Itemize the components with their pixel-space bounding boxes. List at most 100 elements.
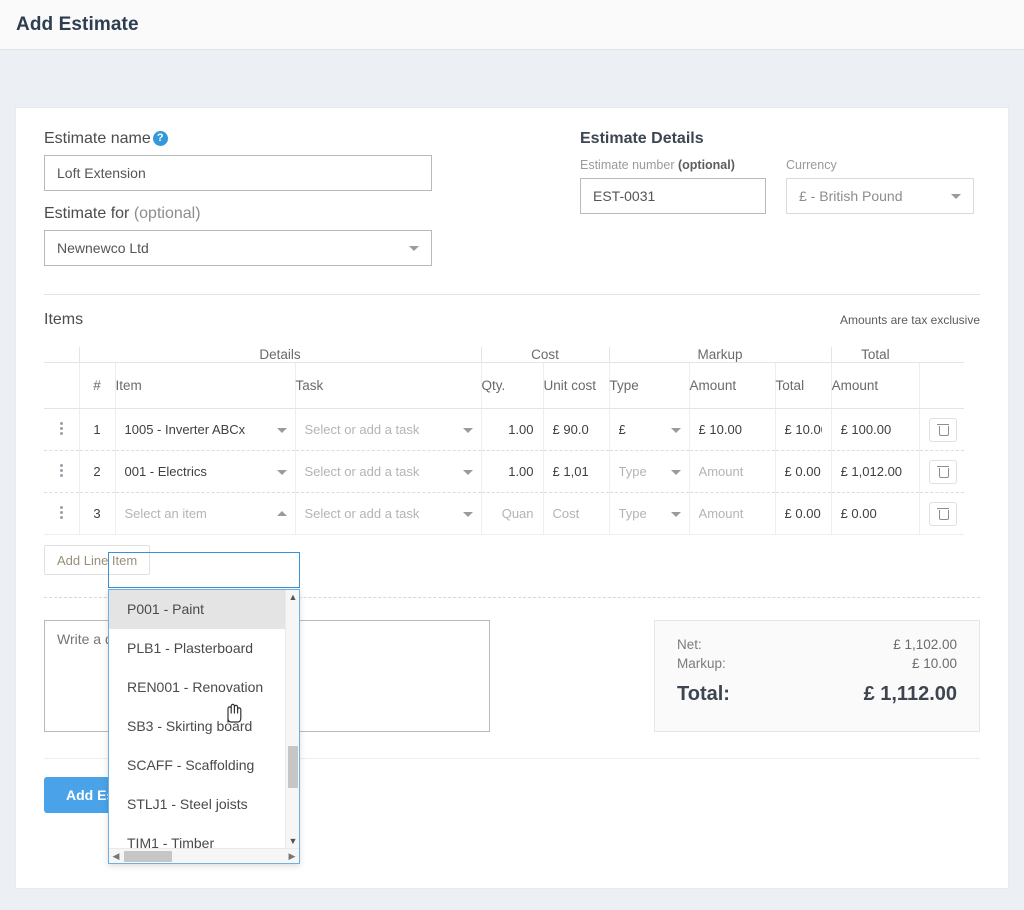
chevron-down-icon[interactable]: ▼ (286, 834, 299, 848)
row-qty-input[interactable]: Quan (481, 492, 544, 535)
dropdown-horizontal-scrollbar[interactable]: ◀ ▶ (109, 848, 299, 863)
form-top-section: Estimate name? Estimate for (optional) N… (44, 130, 980, 266)
list-item[interactable]: P001 - Paint (109, 590, 285, 629)
chevron-down-icon (276, 427, 287, 433)
estimate-name-input[interactable] (44, 155, 432, 191)
chevron-up-icon (276, 510, 287, 516)
row-qty-input[interactable]: 1.00 (481, 408, 544, 451)
totals-markup-row: Markup: £ 10.00 (677, 656, 957, 671)
chevron-down-icon (462, 511, 473, 517)
col-header-total-amount: Amount (831, 362, 920, 409)
row-unit-cost-input[interactable]: Cost (543, 492, 610, 535)
items-header: Items Amounts are tax exclusive (44, 294, 980, 329)
chevron-down-icon (670, 469, 681, 475)
row-item-select[interactable]: Select an item (115, 492, 296, 535)
tax-note: Amounts are tax exclusive (839, 313, 980, 327)
currency-select[interactable]: £ - British Pound (786, 178, 974, 214)
estimate-number-label: Estimate number (optional) (580, 158, 766, 172)
table-column-header-row: # Item Task Qty. Unit cost Type Amount T… (44, 362, 965, 409)
row-number: 1 (78, 408, 116, 451)
app-header: Add Estimate (0, 0, 1024, 50)
net-label: Net: (677, 637, 702, 652)
row-total-amount: £ 1,012.00 (831, 450, 920, 493)
currency-field: Currency £ - British Pound (786, 158, 974, 214)
table-group-header-row: Details Cost Markup Total (44, 347, 965, 363)
total-label: Total: (677, 683, 730, 705)
row-delete-cell (919, 450, 965, 493)
chevron-left-icon[interactable]: ◀ (109, 849, 123, 863)
row-markup-type-select[interactable]: Type (609, 492, 690, 535)
scrollbar-thumb[interactable] (288, 746, 298, 788)
row-item-value: 1005 - Inverter ABCx (124, 422, 246, 437)
estimate-name-label-text: Estimate name (44, 130, 151, 147)
row-markup-total: £ 0.00 (775, 450, 832, 493)
row-task-select[interactable]: Select or add a task (295, 492, 482, 535)
drag-handle-icon[interactable] (44, 492, 79, 535)
item-dropdown-list: P001 - Paint PLB1 - Plasterboard REN001 … (109, 590, 285, 851)
estimate-for-select[interactable]: Newnewco Ltd (44, 230, 432, 266)
col-header-markup-type: Type (609, 362, 690, 409)
row-task-select[interactable]: Select or add a task (295, 408, 482, 451)
estimate-number-label-text: Estimate number (580, 158, 678, 172)
currency-label: Currency (786, 158, 837, 172)
list-item[interactable]: STLJ1 - Steel joists (109, 785, 285, 824)
row-task-value: Select or add a task (304, 422, 420, 437)
list-item[interactable]: SCAFF - Scaffolding (109, 746, 285, 785)
estimate-details-fields: Estimate number (optional) Currency £ - … (580, 158, 980, 214)
net-value: £ 1,102.00 (893, 637, 957, 652)
chevron-right-icon[interactable]: ▶ (285, 849, 299, 863)
drag-handle-icon[interactable] (44, 450, 79, 493)
table-row: 3 Select an item Select or add a task Qu… (44, 492, 965, 535)
row-markup-type-select[interactable]: Type (609, 450, 690, 493)
question-mark-icon[interactable]: ? (152, 131, 168, 146)
items-heading: Items (44, 311, 84, 328)
scrollbar-thumb[interactable] (124, 851, 172, 862)
list-item[interactable]: REN001 - Renovation (109, 668, 285, 707)
line-items-body: 1 1005 - Inverter ABCx Select or add a t… (44, 408, 965, 535)
col-header-markup-amount: Amount (689, 362, 776, 409)
row-item-select[interactable]: 001 - Electrics (115, 450, 296, 493)
estimate-for-label: Estimate for (optional) (44, 205, 576, 223)
item-dropdown-anchor[interactable] (108, 552, 300, 588)
row-markup-amount-input[interactable]: £ 10.00 (689, 408, 776, 451)
row-unit-cost-input[interactable]: £ 1,01 (543, 450, 610, 493)
chevron-down-icon (462, 469, 473, 475)
col-header-drag (44, 362, 79, 409)
row-number: 2 (78, 450, 116, 493)
row-total-amount: £ 0.00 (831, 492, 920, 535)
row-qty-input[interactable]: 1.00 (481, 450, 544, 493)
dropdown-vertical-scrollbar[interactable]: ▲ ▼ (285, 590, 299, 848)
trash-icon[interactable] (928, 459, 957, 484)
trash-icon[interactable] (928, 417, 957, 442)
row-markup-amount-input[interactable]: Amount (689, 492, 776, 535)
list-item[interactable]: SB3 - Skirting board (109, 707, 285, 746)
estimate-for-value: Newnewco Ltd (57, 240, 149, 256)
totals-panel: Net: £ 1,102.00 Markup: £ 10.00 Total: £… (654, 620, 980, 732)
row-task-value: Select or add a task (304, 506, 420, 521)
row-unit-cost-input[interactable]: £ 90.0 (543, 408, 610, 451)
row-markup-type-select[interactable]: £ (609, 408, 690, 451)
row-delete-cell (919, 492, 965, 535)
chevron-down-icon (670, 427, 681, 433)
estimate-form-card: Estimate name? Estimate for (optional) N… (16, 108, 1008, 888)
totals-grand-row: Total: £ 1,112.00 (677, 683, 957, 706)
row-markup-amount-input[interactable]: Amount (689, 450, 776, 493)
estimate-details-heading: Estimate Details (580, 130, 704, 147)
list-item[interactable]: PLB1 - Plasterboard (109, 629, 285, 668)
estimate-number-input[interactable] (580, 178, 766, 214)
row-item-value: 001 - Electrics (124, 464, 207, 479)
row-task-select[interactable]: Select or add a task (295, 450, 482, 493)
row-item-select[interactable]: 1005 - Inverter ABCx (115, 408, 296, 451)
chevron-down-icon (670, 511, 681, 517)
form-left-column: Estimate name? Estimate for (optional) N… (44, 130, 576, 266)
trash-icon[interactable] (928, 501, 957, 526)
group-header-total: Total (830, 347, 920, 363)
chevron-up-icon[interactable]: ▲ (286, 590, 299, 604)
estimate-number-field: Estimate number (optional) (580, 158, 766, 214)
total-value: £ 1,112.00 (863, 683, 957, 705)
drag-handle-icon[interactable] (44, 408, 79, 451)
item-dropdown-panel: P001 - Paint PLB1 - Plasterboard REN001 … (108, 589, 300, 864)
group-header-spacer (919, 347, 965, 363)
col-header-markup-total: Total (775, 362, 832, 409)
chevron-down-icon (276, 469, 287, 475)
